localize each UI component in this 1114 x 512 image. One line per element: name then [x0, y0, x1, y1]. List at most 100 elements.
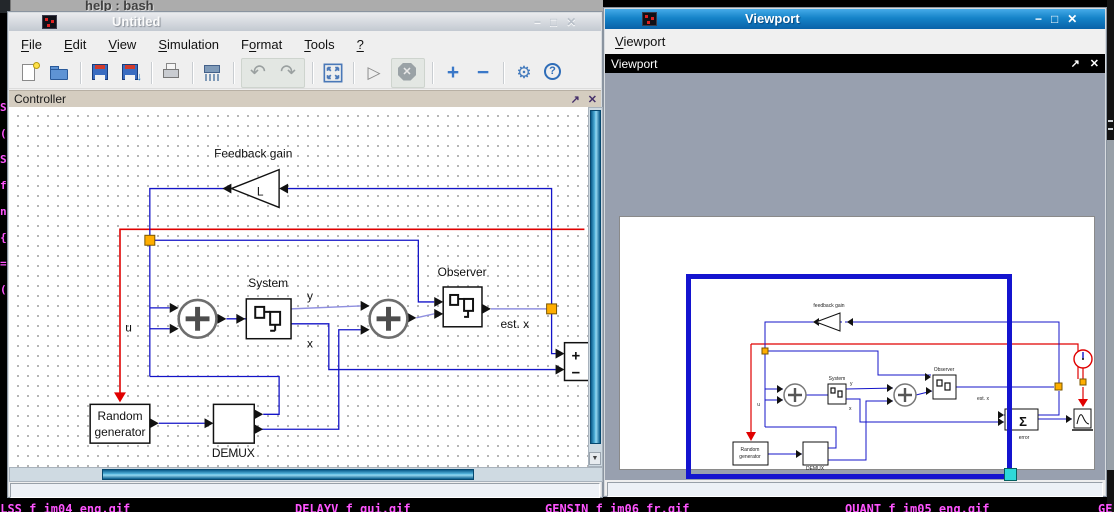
demux-label: DEMUX	[212, 446, 255, 460]
controller-diagram: L Feedback gain System y x u	[9, 107, 588, 467]
print-button[interactable]	[159, 60, 185, 86]
sum-block-2[interactable]	[370, 300, 408, 338]
desktop: help : bash S)%({}S)fn{)=( CLSS_f_im04_e…	[0, 0, 1114, 512]
panel-title: Viewport	[611, 57, 657, 71]
redo-button[interactable]: ↷	[275, 60, 301, 86]
scilab-icon	[42, 15, 57, 29]
mini-scope-block	[1072, 409, 1093, 430]
viewport-panel-header[interactable]: Viewport ↗ ✕	[605, 54, 1105, 73]
stop-simulation-button[interactable]: ✕	[395, 60, 421, 86]
toolbar-separator	[151, 62, 152, 84]
u-label: u	[125, 321, 132, 335]
terminal-fleck	[1108, 128, 1113, 130]
window-title: Viewport	[745, 11, 800, 26]
panel-close-icon[interactable]: ✕	[1090, 57, 1099, 70]
feedback-gain-block[interactable]: L	[231, 170, 279, 208]
link-point[interactable]	[145, 235, 155, 245]
feedback-gain-label: Feedback gain	[214, 147, 292, 161]
zoom-in-button[interactable]: +	[440, 60, 466, 86]
terminal-fleck	[1108, 120, 1113, 122]
minimize-button[interactable]: −	[534, 16, 541, 28]
viewport-titlebar[interactable]: Viewport − □ ✕	[605, 9, 1105, 29]
delete-shredder-button[interactable]	[200, 60, 226, 86]
fit-to-view-icon	[320, 60, 346, 86]
terminal-file: QUANT_f_im05_eng.gif	[845, 502, 990, 512]
close-button[interactable]: ✕	[1067, 13, 1077, 25]
mini-link-point	[1055, 383, 1062, 390]
panel-close-icon[interactable]: ✕	[588, 93, 597, 106]
minimize-button[interactable]: −	[1035, 13, 1042, 25]
horizontal-scrollbar-thumb[interactable]	[102, 469, 474, 480]
open-button[interactable]	[47, 60, 73, 86]
menu-help[interactable]: ?	[357, 37, 364, 52]
export-arrow-icon: ↓	[137, 72, 143, 83]
save-button[interactable]	[88, 60, 114, 86]
menu-format[interactable]: Format	[241, 37, 282, 52]
help-icon: ?	[544, 63, 561, 80]
terminal-file: DELAYV_f_gui.gif	[295, 502, 411, 512]
menu-edit[interactable]: Edit	[64, 37, 86, 52]
link-point[interactable]	[547, 304, 557, 314]
close-button[interactable]: ✕	[566, 16, 576, 28]
popout-icon[interactable]: ↗	[571, 93, 580, 106]
menu-viewport[interactable]: Viewport	[615, 34, 665, 49]
vertical-scrollbar[interactable]: ▼	[588, 107, 603, 467]
status-bar	[10, 483, 600, 498]
settings-button[interactable]: ⚙	[511, 60, 537, 86]
menu-simulation[interactable]: Simulation	[158, 37, 219, 52]
toolbar-separator	[233, 62, 234, 84]
toolbar: ↓ ↶ ↷ ▷ ✕ +	[9, 57, 601, 89]
viewport-content: feedback gain System y x u	[605, 73, 1105, 480]
random-generator-block[interactable]: Random generator	[90, 404, 150, 443]
plus-minus-block[interactable]: + −	[565, 343, 588, 382]
controller-panel-header[interactable]: Controller ↗ ✕	[9, 90, 601, 107]
screen-right-edge	[1107, 0, 1114, 512]
scilab-icon	[642, 12, 657, 26]
toolbar-separator	[80, 62, 81, 84]
menu-tools[interactable]: Tools	[304, 37, 334, 52]
viewport-menu-bar: Viewport	[605, 29, 1105, 54]
gain-symbol: L	[257, 185, 264, 199]
minus-sign: −	[571, 365, 580, 381]
new-diagram-button[interactable]	[17, 60, 43, 86]
diagram-canvas[interactable]: L Feedback gain System y x u	[9, 107, 588, 467]
demux-block[interactable]	[213, 404, 254, 443]
start-simulation-button[interactable]: ▷	[361, 60, 387, 86]
vertical-scrollbar-thumb[interactable]	[590, 110, 601, 444]
menu-file[interactable]: File	[21, 37, 42, 52]
toolbar-separator	[312, 62, 313, 84]
fit-to-view-button[interactable]	[320, 60, 346, 86]
undo-redo-group: ↶ ↷	[241, 58, 305, 88]
export-button[interactable]: ↓	[118, 60, 144, 86]
maximize-button[interactable]: □	[550, 16, 557, 28]
sum-block-1[interactable]	[179, 300, 217, 338]
menu-view[interactable]: View	[108, 37, 136, 52]
maximize-button[interactable]: □	[1051, 13, 1058, 25]
toolbar-separator	[503, 62, 504, 84]
zoom-out-button[interactable]: −	[470, 60, 496, 86]
viewport-resize-handle[interactable]	[1004, 468, 1017, 481]
stop-icon: ✕	[398, 63, 416, 81]
viewport-region-rectangle[interactable]	[686, 274, 1012, 479]
undo-button[interactable]: ↶	[245, 60, 271, 86]
toolbar-separator	[432, 62, 433, 84]
panel-title: Controller	[14, 92, 66, 106]
system-block[interactable]	[246, 299, 291, 339]
random-generator-label2: generator	[94, 425, 145, 439]
zoom-in-icon: +	[440, 60, 466, 86]
window-title: Untitled	[112, 14, 160, 29]
mini-clock-block	[1074, 350, 1092, 368]
viewport-window: Viewport − □ ✕ Viewport Viewport ↗ ✕	[603, 7, 1107, 497]
help-button[interactable]: ?	[541, 60, 567, 86]
red-arrowhead	[114, 392, 126, 402]
terminal-file: GENSIN_f_im06_fr.gif	[545, 502, 690, 512]
popout-icon[interactable]: ↗	[1071, 57, 1080, 70]
plus-sign: +	[571, 349, 580, 365]
play-icon: ▷	[361, 60, 387, 86]
observer-block[interactable]	[443, 287, 482, 327]
toolbar-separator	[353, 62, 354, 84]
untitled-titlebar[interactable]: Untitled − □ ✕	[9, 13, 601, 31]
horizontal-scrollbar[interactable]	[9, 467, 603, 482]
y-label: y	[307, 289, 313, 303]
scroll-down-button[interactable]: ▼	[589, 452, 601, 465]
